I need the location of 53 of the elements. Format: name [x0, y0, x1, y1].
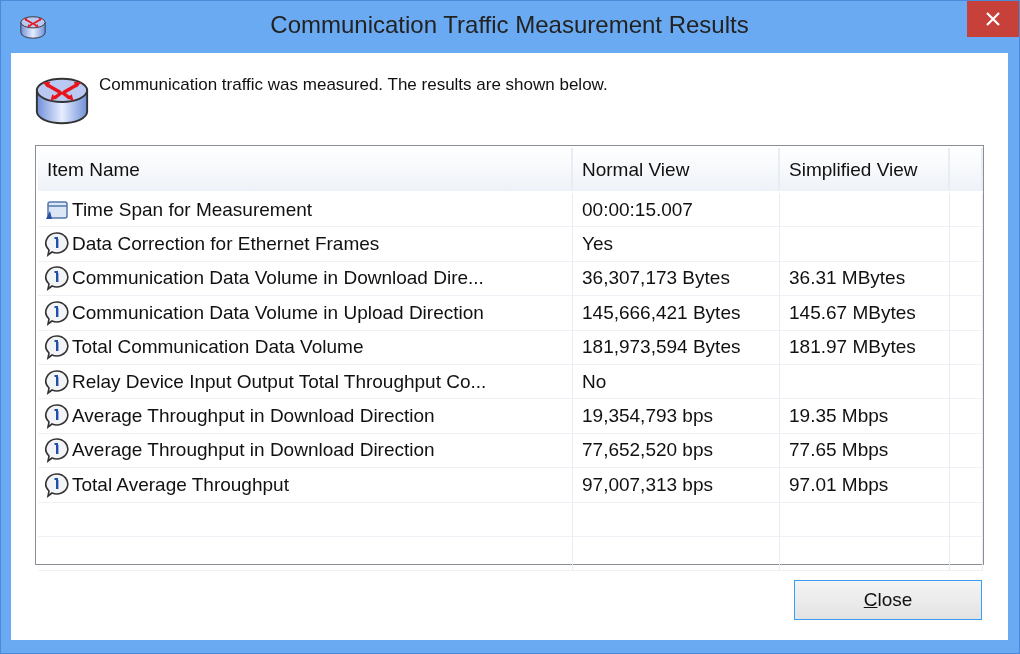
empty-cell [950, 261, 983, 297]
close-window-button[interactable] [967, 1, 1019, 37]
item-name: Average Throughput in Download Direction [72, 405, 435, 428]
table-cell: 145.67 MBytes [780, 296, 950, 331]
table-cell: 36,307,173 Bytes [573, 261, 780, 297]
table-cell: 00:00:15.007 [573, 193, 780, 228]
empty-cell [950, 330, 983, 365]
info-icon [44, 334, 70, 361]
table-cell: 77,652,520 bps [573, 433, 780, 469]
table-cell: 36.31 MBytes [780, 261, 950, 297]
item-name: Communication Data Volume in Download Dire... [72, 267, 484, 290]
item-name: Communication Data Volume in Upload Direction [72, 301, 484, 324]
info-icon [44, 368, 70, 395]
item-name: Data Correction for Ethernet Frames [72, 233, 380, 256]
table-cell: No [573, 364, 780, 400]
table-cell: Yes [573, 227, 780, 262]
info-icon [44, 231, 70, 258]
table-cell: 181,973,594 Bytes [573, 330, 780, 365]
empty-cell [950, 536, 983, 572]
window-title: Communication Traffic Measurement Results [269, 11, 750, 39]
item-name: Relay Device Input Output Total Throughput Co... [72, 370, 487, 393]
empty-cell [950, 502, 983, 537]
info-icon [44, 299, 70, 326]
item-name: Average Throughput in Download Direction [72, 439, 435, 462]
column-header[interactable]: Simplified View [780, 148, 950, 191]
empty-cell [950, 399, 983, 434]
table-cell: 181.97 MBytes [780, 330, 950, 365]
table-cell: 19,354,793 bps [573, 399, 780, 434]
item-name: Total Communication Data Volume [72, 336, 364, 359]
close-icon [986, 12, 1000, 26]
table-cell: 97,007,313 bps [573, 468, 780, 503]
table-cell: 19.35 Mbps [780, 399, 950, 434]
info-icon [44, 437, 70, 464]
table-cell: 77.65 Mbps [780, 433, 950, 469]
table-cell: 97.01 Mbps [780, 468, 950, 503]
column-header[interactable]: Item Name [38, 148, 573, 191]
empty-cell [950, 296, 983, 331]
info-icon [44, 471, 70, 498]
empty-cell [950, 193, 983, 228]
info-icon [44, 265, 70, 292]
column-header[interactable]: Normal View [573, 148, 780, 191]
header-cell [950, 148, 983, 191]
router-icon [19, 13, 47, 41]
message-text: Communication traffic was measured. The results are shown below. [99, 75, 608, 95]
empty-cell [950, 227, 983, 262]
item-name: Total Average Throughput [72, 473, 289, 496]
empty-cell [950, 433, 983, 469]
info-icon [44, 403, 70, 430]
close-button[interactable]: Close [794, 580, 982, 620]
empty-cell [950, 468, 983, 503]
table-cell: 145,666,421 Bytes [573, 296, 780, 331]
empty-cell [950, 364, 983, 400]
item-name: Time Span for Measurement [72, 198, 313, 221]
